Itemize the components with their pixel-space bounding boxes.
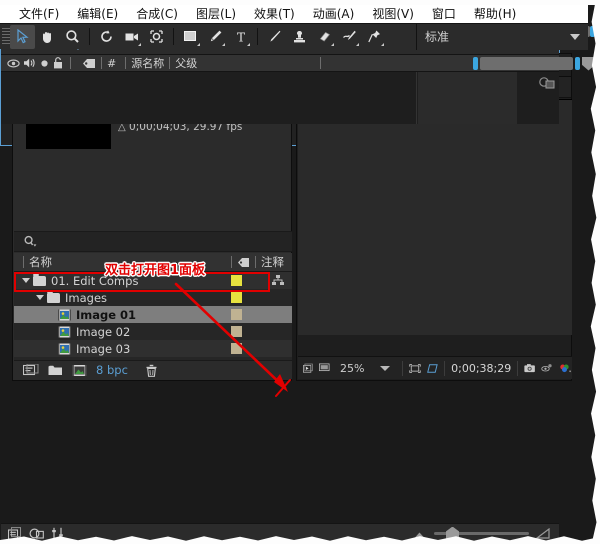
list-item[interactable]: Image 02 <box>14 323 292 340</box>
pushpin-icon[interactable] <box>362 25 387 49</box>
interpret-footage-icon[interactable] <box>72 364 87 377</box>
list-item[interactable]: Images <box>14 289 292 306</box>
composition-current-time[interactable]: 0;00;38;29 <box>451 362 511 375</box>
zoom-level[interactable]: 25% <box>340 362 364 375</box>
folder-icon <box>33 273 46 286</box>
disclosure-triangle-icon[interactable] <box>36 295 44 300</box>
menu-composition[interactable]: 合成(C) <box>127 4 187 24</box>
menu-help[interactable]: 帮助(H) <box>465 4 525 24</box>
timeline-zoom-nav[interactable] <box>473 55 595 72</box>
col-name[interactable]: 名称 <box>29 254 52 270</box>
project-items-list[interactable]: 01. Edit Comps Images Image 01 Image 02 … <box>14 272 292 360</box>
footage-icon <box>58 343 71 354</box>
list-item[interactable]: Image 01 <box>14 306 292 323</box>
transparency-grid-icon[interactable] <box>427 362 438 375</box>
search-icon <box>24 235 37 247</box>
lock-icon[interactable] <box>53 57 63 69</box>
tool-bar: T 标准 <box>0 23 588 50</box>
menu-bar: 文件(F) 编辑(E) 合成(C) 图层(L) 效果(T) 动画(A) 视图(V… <box>0 4 588 23</box>
disclosure-triangle-icon[interactable] <box>22 278 30 283</box>
list-item-label: Image 01 <box>76 307 137 322</box>
trash-icon[interactable] <box>145 364 158 377</box>
eraser-icon[interactable] <box>312 25 337 49</box>
col-number[interactable]: # <box>107 57 116 70</box>
col-comment[interactable]: 注释 <box>261 254 284 270</box>
menu-effect[interactable]: 效果(T) <box>245 4 304 24</box>
comp-layer-icon[interactable] <box>29 527 44 540</box>
composition-footer-toolbar: 25% 0;00;38;29 <box>298 356 572 379</box>
menu-layer[interactable]: 图层(L) <box>187 4 245 24</box>
chevron-down-icon[interactable] <box>570 33 580 40</box>
zoom-slider[interactable] <box>434 526 529 541</box>
list-item-label: Images <box>65 290 108 305</box>
composition-viewer[interactable] <box>298 99 572 335</box>
stamp-icon[interactable] <box>287 25 312 49</box>
text-t-icon[interactable]: T <box>228 25 253 49</box>
menu-window[interactable]: 窗口 <box>423 4 465 24</box>
menu-view[interactable]: 视图(V) <box>363 4 423 24</box>
annotation-text: 双击打开图1面板 <box>105 263 206 278</box>
toolbar-grip[interactable] <box>2 27 10 46</box>
brush-icon[interactable] <box>262 25 287 49</box>
annotation-arrow-secondary <box>275 379 291 397</box>
menu-animation[interactable]: 动画(A) <box>304 4 364 24</box>
list-item-label: Image 03 <box>76 341 131 356</box>
zoom-in-large-icon[interactable] <box>536 528 551 539</box>
shy-hierarchy-icon <box>272 275 284 285</box>
camera-snapshot-icon[interactable] <box>524 362 535 374</box>
torn-edge-top <box>0 0 600 5</box>
timeline-layer-area[interactable] <box>1 72 559 124</box>
folder-icon <box>47 290 60 303</box>
solo-dot-icon[interactable] <box>39 58 50 69</box>
bit-depth-label[interactable]: 8 bpc <box>96 363 128 377</box>
label-tag-icon[interactable] <box>82 58 96 69</box>
hand-icon[interactable] <box>35 25 60 49</box>
chevron-down-icon[interactable] <box>380 365 391 371</box>
speaker-icon[interactable] <box>23 57 36 69</box>
timeline-graph-area[interactable] <box>418 72 517 124</box>
col-parent[interactable]: 父级 <box>175 55 197 71</box>
label-color-chip[interactable] <box>231 292 242 303</box>
arrow-cursor-icon[interactable] <box>10 24 35 49</box>
footage-icon <box>58 309 71 320</box>
svg-text:T: T <box>236 30 244 44</box>
project-panel-footer: 8 bpc <box>14 360 292 379</box>
label-color-chip[interactable] <box>231 326 242 337</box>
main-viewer-icon[interactable] <box>319 362 330 374</box>
always-preview-icon[interactable] <box>303 362 313 375</box>
footage-icon <box>58 326 71 337</box>
nav-right-handle[interactable] <box>575 57 580 70</box>
region-of-interest-icon[interactable] <box>409 362 421 375</box>
new-composition-icon[interactable] <box>23 363 39 377</box>
anchor-point-icon[interactable] <box>144 25 169 49</box>
magnifier-icon[interactable] <box>60 25 85 49</box>
new-folder-icon[interactable] <box>48 364 63 376</box>
rectangle-icon[interactable] <box>178 25 203 49</box>
workspace-label: 标准 <box>425 30 450 44</box>
after-effects-window: 文件(F) 编辑(E) 合成(C) 图层(L) 效果(T) 动画(A) 视图(V… <box>0 0 600 544</box>
label-color-chip[interactable] <box>231 343 242 354</box>
color-channels-icon[interactable] <box>559 362 572 375</box>
menu-edit[interactable]: 编辑(E) <box>68 4 127 24</box>
label-color-chip[interactable] <box>231 275 242 286</box>
workspace-selector[interactable]: 标准 <box>416 23 588 50</box>
list-item-label: Image 02 <box>76 324 131 339</box>
menu-file[interactable]: 文件(F) <box>10 4 68 24</box>
show-snapshot-icon[interactable] <box>541 362 553 374</box>
col-source-name[interactable]: 源名称 <box>131 55 164 71</box>
render-queue-icon[interactable] <box>538 76 555 90</box>
label-color-chip[interactable] <box>231 309 242 320</box>
label-tag-icon <box>238 257 249 267</box>
project-search-field[interactable] <box>14 231 292 252</box>
torn-edge-right <box>590 0 600 544</box>
nav-left-handle[interactable] <box>473 57 478 70</box>
nav-bar[interactable] <box>480 57 573 70</box>
pen-icon[interactable] <box>203 25 228 49</box>
eye-icon[interactable] <box>7 58 20 69</box>
camera-icon[interactable] <box>119 25 144 49</box>
rotate-icon[interactable] <box>94 25 119 49</box>
roto-brush-icon[interactable] <box>337 25 362 49</box>
list-item[interactable]: Image 03 <box>14 340 292 357</box>
